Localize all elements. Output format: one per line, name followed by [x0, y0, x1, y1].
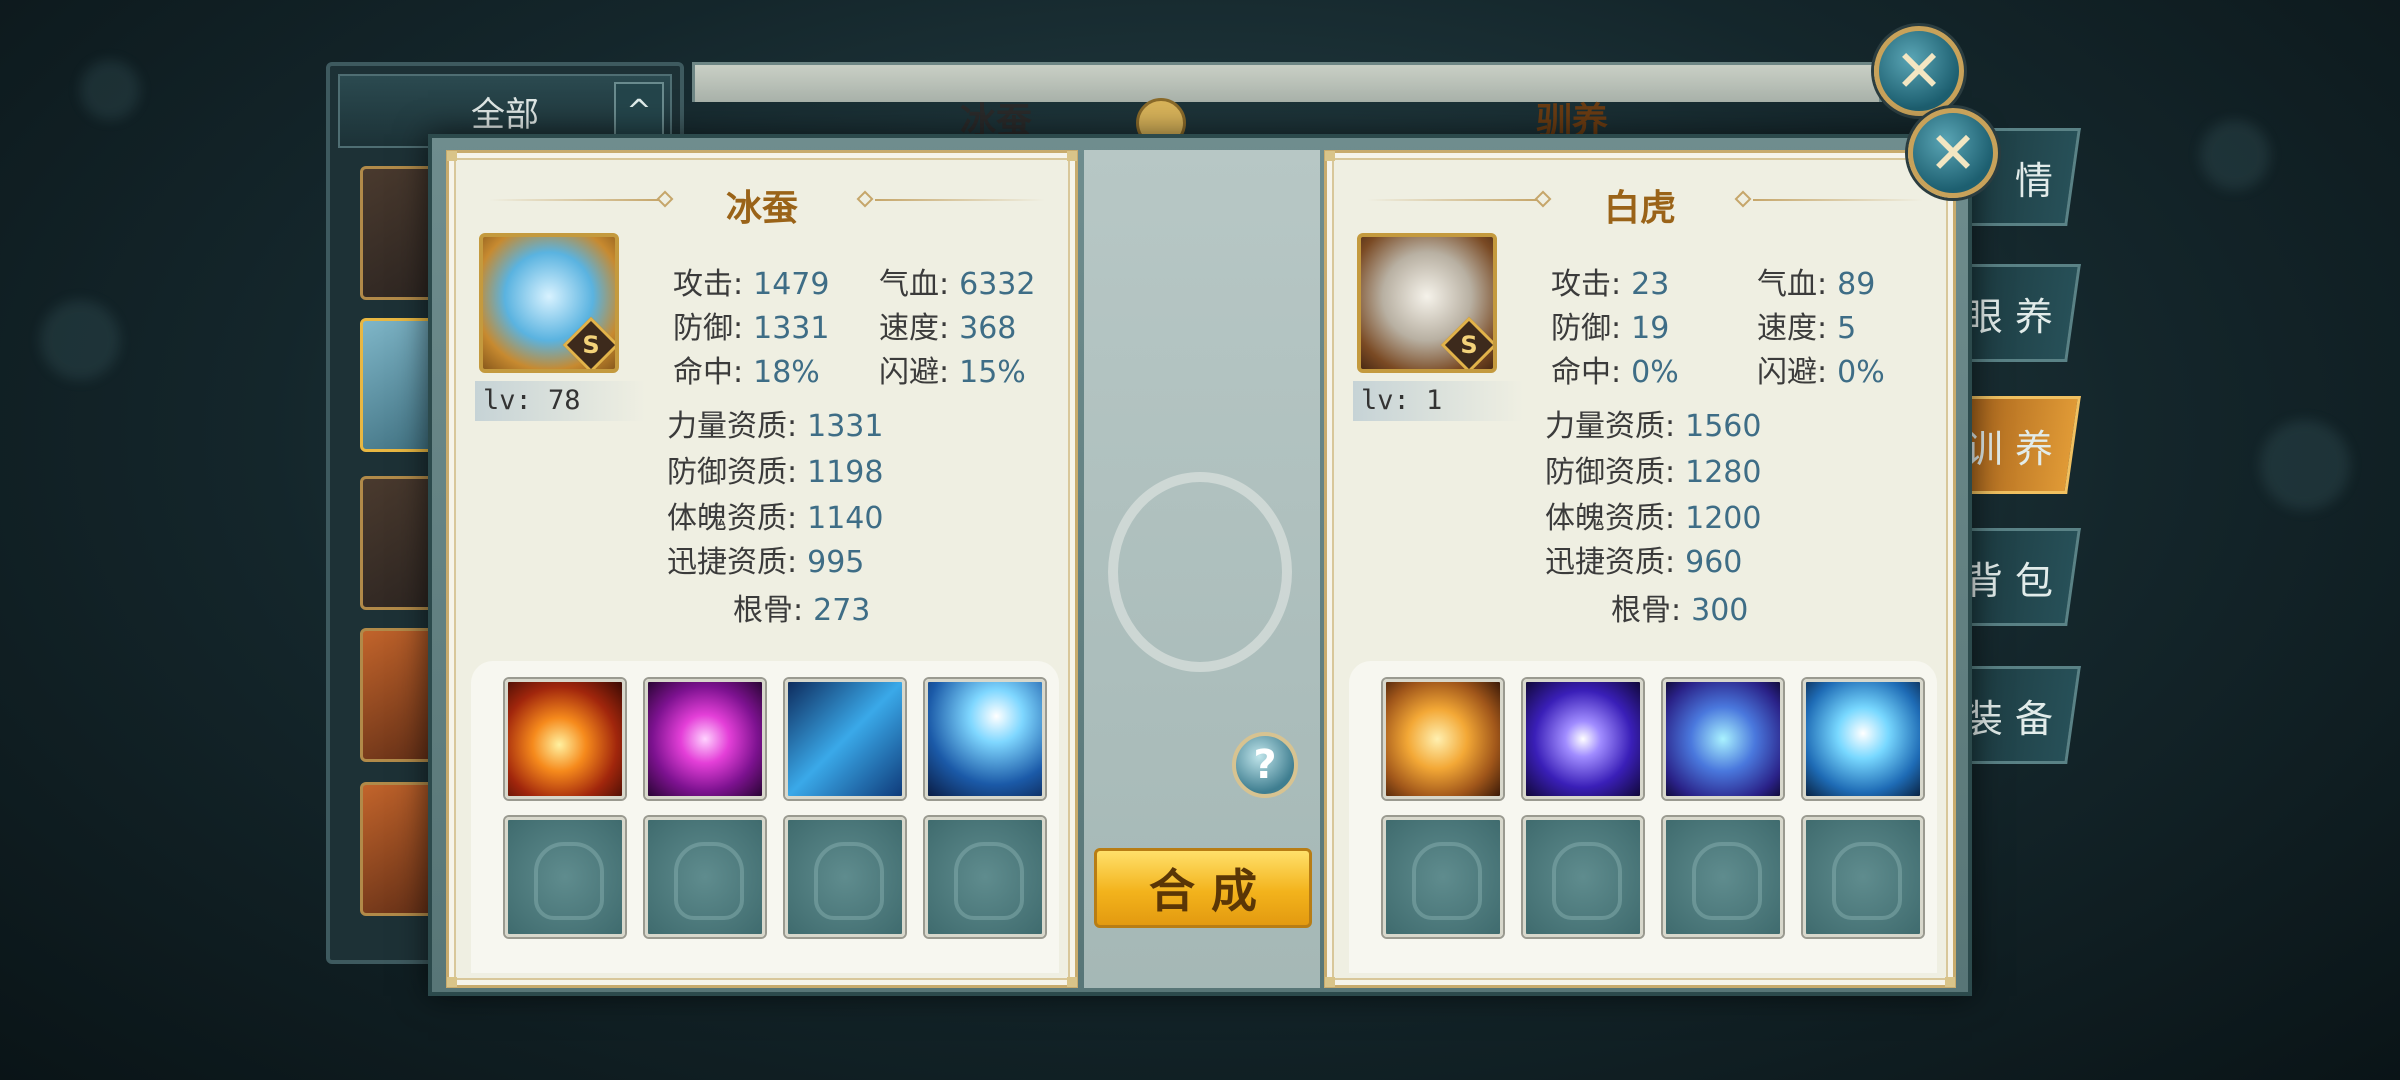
side-tab-equip[interactable]: 装 备 — [1957, 666, 2081, 764]
background-close-button[interactable]: ✕ — [1874, 26, 1964, 116]
corner-ornament — [1067, 977, 1077, 987]
bokeh-light — [80, 60, 140, 120]
help-button[interactable]: ? — [1232, 732, 1298, 798]
defense-stat: 防御: 19 — [1551, 311, 1670, 346]
dodge-stat: 闪避: 0% — [1757, 355, 1885, 390]
defense-stat: 防御: 1331 — [673, 311, 830, 346]
bokeh-light — [2260, 420, 2350, 510]
water-heart-skill-icon[interactable] — [1803, 679, 1923, 799]
filter-label: 全部 — [471, 94, 539, 135]
attack-stat: 攻击: 23 — [1551, 267, 1670, 302]
speed-stat: 速度: 368 — [879, 311, 1017, 346]
side-tab-bag[interactable]: 背 包 — [1957, 528, 2081, 626]
empty-skill-slot[interactable] — [1803, 817, 1923, 937]
pink-vortex-skill-icon[interactable] — [645, 679, 765, 799]
attack-stat: 攻击: 1479 — [673, 267, 830, 302]
dragon-emblem-icon — [1108, 472, 1292, 672]
constitution-aptitude: 体魄资质: 1200 — [1545, 501, 1762, 536]
lightning-skill-icon[interactable] — [925, 679, 1045, 799]
close-icon: ✕ — [1928, 119, 1978, 187]
hp-stat: 气血: 89 — [1757, 267, 1876, 302]
empty-skill-slot[interactable] — [1383, 817, 1503, 937]
fire-phoenix-skill-icon[interactable] — [505, 679, 625, 799]
corner-ornament — [447, 977, 457, 987]
chevron-up-icon[interactable]: ^ — [614, 82, 664, 140]
empty-skill-slot[interactable] — [925, 817, 1045, 937]
bokeh-light — [2200, 120, 2270, 190]
close-icon: ✕ — [1894, 37, 1944, 105]
skill-grid — [471, 661, 1059, 973]
corner-ornament — [1325, 977, 1335, 987]
pet-name: 冰蚕 — [725, 188, 798, 229]
corner-ornament — [1945, 977, 1955, 987]
side-tab-raise[interactable]: 眼 养 — [1957, 264, 2081, 362]
grade-badge: S — [1440, 316, 1493, 369]
shield-skill-icon[interactable] — [1663, 679, 1783, 799]
pet-level: lv: 1 — [1353, 381, 1523, 421]
speed-stat: 速度: 5 — [1757, 311, 1857, 346]
corner-ornament — [1325, 151, 1335, 161]
constitution-aptitude: 体魄资质: 1140 — [667, 501, 884, 536]
title-divider — [1753, 199, 1923, 201]
agility-aptitude: 迅捷资质: 995 — [667, 545, 865, 580]
bone-stat: 根骨: 300 — [1611, 593, 1749, 628]
dialog-close-button[interactable]: ✕ — [1908, 108, 1998, 198]
strength-aptitude: 力量资质: 1331 — [667, 409, 884, 444]
grade-badge: S — [562, 316, 615, 369]
dodge-stat: 闪避: 15% — [879, 355, 1026, 390]
corner-ornament — [447, 151, 457, 161]
side-tab-train[interactable]: 训 养 — [1957, 396, 2081, 494]
defense-aptitude: 防御资质: 1280 — [1545, 455, 1762, 490]
pet-level: lv: 78 — [475, 381, 645, 421]
pet-detail-panel — [692, 62, 1882, 102]
hp-stat: 气血: 6332 — [879, 267, 1036, 302]
right-pet-panel: 白虎 S lv: 1 攻击: 23 气血: 89 防御: 19 速度: 5 命中: 0% … — [1324, 150, 1956, 988]
left-pet-panel: 冰蚕 S lv: 78 攻击: 1479 气血: 6332 防御: 1331 速度: 3… — [446, 150, 1078, 988]
skill-grid — [1349, 661, 1937, 973]
defense-aptitude: 防御资质: 1198 — [667, 455, 884, 490]
question-icon: ? — [1253, 742, 1277, 788]
empty-skill-slot[interactable] — [1663, 817, 1783, 937]
golden-tiger-skill-icon[interactable] — [1383, 679, 1503, 799]
merge-button[interactable]: 合成 — [1094, 848, 1312, 928]
merge-dialog: 冰蚕 S lv: 78 攻击: 1479 气血: 6332 防御: 1331 速度: 3… — [428, 134, 1972, 996]
pet-name: 白虎 — [1603, 188, 1676, 229]
pet-portrait[interactable]: S — [479, 233, 619, 373]
agility-aptitude: 迅捷资质: 960 — [1545, 545, 1743, 580]
pet-portrait[interactable]: S — [1357, 233, 1497, 373]
bone-stat: 根骨: 273 — [733, 593, 871, 628]
purple-orb-skill-icon[interactable] — [1523, 679, 1643, 799]
empty-skill-slot[interactable] — [785, 817, 905, 937]
hit-stat: 命中: 0% — [1551, 355, 1679, 390]
empty-skill-slot[interactable] — [505, 817, 625, 937]
empty-skill-slot[interactable] — [1523, 817, 1643, 937]
corner-ornament — [1067, 151, 1077, 161]
ice-card-skill-icon[interactable] — [785, 679, 905, 799]
strength-aptitude: 力量资质: 1560 — [1545, 409, 1762, 444]
bokeh-light — [40, 300, 120, 380]
hit-stat: 命中: 18% — [673, 355, 820, 390]
empty-skill-slot[interactable] — [645, 817, 765, 937]
title-divider — [875, 199, 1045, 201]
